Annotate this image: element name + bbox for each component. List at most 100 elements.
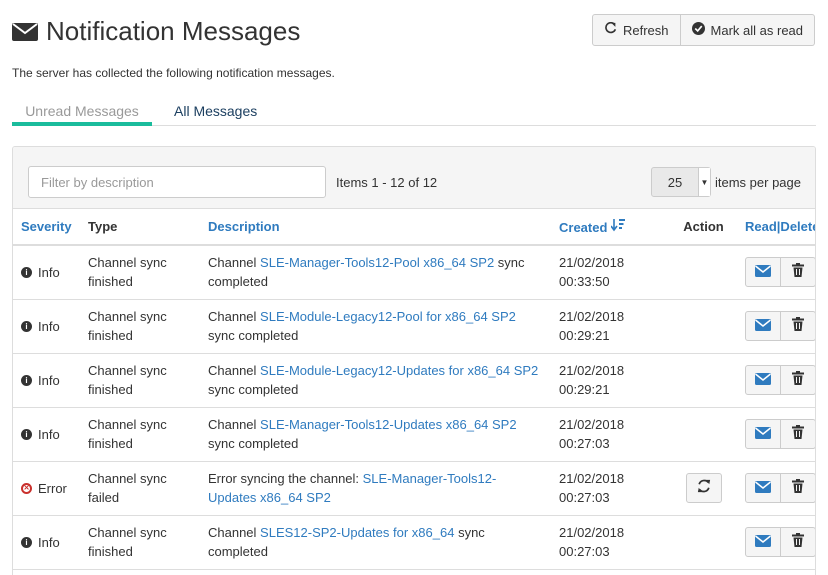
mail-icon xyxy=(755,479,771,498)
messages-panel: Items 1 - 12 of 12 25 ▼ items per page S… xyxy=(12,146,816,575)
channel-link[interactable]: SLE-Manager-Tools12-Pool x86_64 SP2 xyxy=(260,255,494,270)
read-delete-cell xyxy=(737,299,815,354)
info-icon: i xyxy=(21,374,32,386)
sort-desc-icon xyxy=(610,218,626,235)
mark-read-button[interactable] xyxy=(745,257,781,288)
description-cell: Channel SLE-Manager-Tools12-Updates x86_… xyxy=(200,407,551,462)
trash-icon xyxy=(792,316,804,336)
mail-icon xyxy=(755,425,771,444)
created-cell: 21/02/2018 00:27:03 xyxy=(551,515,670,570)
trash-icon xyxy=(792,370,804,390)
col-action: Action xyxy=(670,209,737,246)
info-icon: i xyxy=(21,428,32,440)
mail-icon xyxy=(755,533,771,552)
read-delete-cell xyxy=(737,461,815,516)
delete-button[interactable] xyxy=(781,365,815,395)
mark-read-button[interactable] xyxy=(745,419,781,449)
description-suffix: sync completed xyxy=(208,328,299,343)
mail-icon xyxy=(755,317,771,336)
mark-read-button[interactable] xyxy=(745,311,781,341)
mark-all-read-button[interactable]: Mark all as read xyxy=(680,14,816,46)
read-delete-cell xyxy=(737,353,815,408)
filter-input[interactable] xyxy=(28,166,326,198)
created-time: 00:29:21 xyxy=(559,328,610,343)
check-circle-icon xyxy=(691,22,705,38)
read-delete-cell xyxy=(737,245,815,300)
page-header: Notification Messages xyxy=(12,14,300,48)
channel-link[interactable]: SLE-Manager-Tools12-Updates x86_64 SP2 xyxy=(260,417,517,432)
description-text: Channel xyxy=(208,363,261,378)
type-cell: Channel sync failed xyxy=(80,461,200,516)
intro-text: The server has collected the following n… xyxy=(12,66,335,80)
created-date: 21/02/2018 xyxy=(559,309,625,324)
severity-cell: i Info xyxy=(13,353,80,408)
created-date: 21/02/2018 xyxy=(559,363,625,378)
error-icon: ✕ xyxy=(21,482,32,494)
severity-label: Info xyxy=(38,264,60,280)
type-cell: Channel sync finished xyxy=(80,353,200,408)
created-cell: 21/02/2018 00:27:03 xyxy=(551,407,670,462)
tab-all-messages[interactable]: All Messages xyxy=(174,98,257,126)
channel-link[interactable]: SLES12-SP2-Updates for x86_64 xyxy=(260,525,454,540)
severity-cell: i Info xyxy=(13,245,80,300)
messages-table: Severity Type Description Created Action… xyxy=(13,209,815,570)
header-actions: Refresh Mark all as read xyxy=(592,14,816,46)
mark-read-button[interactable] xyxy=(745,527,781,557)
col-type: Type xyxy=(80,209,200,246)
trash-icon xyxy=(792,424,804,444)
trash-icon xyxy=(792,478,804,498)
table-row: i Info Channel sync finished Channel SLE… xyxy=(13,515,815,570)
refresh-icon xyxy=(604,21,617,38)
page-size-select[interactable]: 25 ▼ xyxy=(651,167,711,197)
page-size-value: 25 xyxy=(667,174,683,190)
resync-button[interactable] xyxy=(685,473,722,503)
col-created[interactable]: Created xyxy=(551,209,670,246)
severity-label: Info xyxy=(38,426,60,442)
col-read-delete[interactable]: Read|Delete xyxy=(737,209,815,246)
mark-read-button[interactable] xyxy=(745,473,781,503)
delete-button[interactable] xyxy=(781,257,815,288)
action-cell xyxy=(670,515,737,570)
description-cell: Error syncing the channel: SLE-Manager-T… xyxy=(200,461,551,516)
created-time: 00:33:50 xyxy=(559,274,610,290)
created-time: 00:27:03 xyxy=(559,490,610,505)
delete-button[interactable] xyxy=(781,419,815,449)
description-text: Channel xyxy=(208,255,261,271)
created-cell: 21/02/2018 00:29:21 xyxy=(551,353,670,408)
caret-down-icon: ▼ xyxy=(698,168,710,196)
delete-button[interactable] xyxy=(781,527,815,557)
col-description[interactable]: Description xyxy=(200,209,551,246)
severity-label: Info xyxy=(38,372,60,388)
info-icon: i xyxy=(21,266,32,278)
table-row: ✕ Error Channel sync failed Error syncin… xyxy=(13,461,815,516)
description-suffix: sync completed xyxy=(208,382,299,397)
action-cell xyxy=(670,299,737,354)
mark-read-button[interactable] xyxy=(745,365,781,395)
description-cell: Channel SLE-Module-Legacy12-Updates for … xyxy=(200,353,551,408)
description-cell: Channel SLE-Module-Legacy12-Pool for x86… xyxy=(200,299,551,354)
table-header-row: Severity Type Description Created Action… xyxy=(13,209,815,246)
delete-button[interactable] xyxy=(781,473,815,503)
description-text: Error syncing the channel: xyxy=(208,471,363,486)
tab-bar: Unread Messages All Messages xyxy=(12,98,816,126)
refresh-button[interactable]: Refresh xyxy=(592,14,681,46)
severity-label: Error xyxy=(38,480,67,496)
created-time: 00:29:21 xyxy=(559,382,610,397)
panel-toolbar: Items 1 - 12 of 12 25 ▼ items per page xyxy=(13,147,815,209)
created-time: 00:27:03 xyxy=(559,544,610,559)
created-cell: 21/02/2018 00:27:03 xyxy=(551,461,670,516)
trash-icon xyxy=(792,532,804,552)
channel-link[interactable]: SLE-Module-Legacy12-Pool for x86_64 SP2 xyxy=(260,309,516,324)
table-row: i Info Channel sync finished Channel SLE… xyxy=(13,353,815,408)
delete-button[interactable] xyxy=(781,311,815,341)
created-date: 21/02/2018 xyxy=(559,471,625,486)
read-delete-cell xyxy=(737,515,815,570)
info-icon: i xyxy=(21,320,32,332)
tab-unread-messages[interactable]: Unread Messages xyxy=(12,98,152,126)
table-row: i Info Channel sync finished Channel SLE… xyxy=(13,407,815,462)
type-cell: Channel sync finished xyxy=(80,245,200,300)
col-severity[interactable]: Severity xyxy=(13,209,80,246)
action-cell xyxy=(670,461,737,516)
created-date: 21/02/2018 xyxy=(559,417,625,432)
channel-link[interactable]: SLE-Module-Legacy12-Updates for x86_64 S… xyxy=(260,363,538,378)
